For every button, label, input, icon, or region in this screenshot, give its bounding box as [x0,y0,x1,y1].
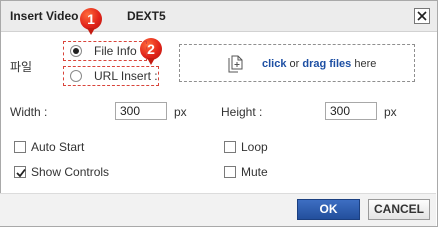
url-insert-option[interactable]: URL Insert : [63,66,159,86]
annotation-marker-1-tail [87,28,95,35]
drop-zone-text: click or drag files here [262,58,376,70]
loop-checkbox[interactable] [224,141,236,153]
mute-checkbox[interactable] [224,166,236,178]
width-unit: px [174,105,187,119]
source-label: 파일 [10,60,33,74]
url-insert-radio[interactable] [70,70,82,82]
close-button[interactable] [414,8,430,24]
annotation-marker-2-tail [147,58,155,65]
mute-label: Mute [241,165,268,179]
width-label: Width : [10,105,48,119]
height-unit: px [384,105,397,119]
click-link[interactable]: click [262,58,286,70]
file-info-option[interactable]: File Info [63,41,147,61]
drag-files-text: drag files [302,58,352,70]
width-input[interactable] [115,102,167,120]
ok-button[interactable]: OK [297,199,360,220]
drop-zone-or: or [289,58,300,70]
loop-label: Loop [241,140,268,154]
auto-start-label: Auto Start [31,140,85,154]
checkmark-icon [16,168,26,178]
file-drop-zone[interactable]: click or drag files here [179,44,415,82]
show-controls-label: Show Controls [31,165,110,179]
url-insert-label: URL Insert : [94,69,158,83]
dialog-title-suffix: DEXT5 [127,9,166,23]
file-upload-icon [228,55,243,73]
dialog-title: Insert Video [10,9,79,23]
close-icon [417,11,427,21]
auto-start-checkbox[interactable] [14,141,26,153]
file-info-label: File Info [94,44,137,58]
height-input[interactable] [325,102,377,120]
show-controls-checkbox[interactable] [14,166,26,178]
annotation-marker-1: 1 [80,8,102,30]
cancel-button[interactable]: CANCEL [368,199,430,220]
height-label: Height : [221,105,263,119]
file-info-radio[interactable] [70,45,82,57]
drop-zone-here: here [354,58,377,70]
dialog-titlebar: Insert Video DEXT5 [1,1,437,32]
